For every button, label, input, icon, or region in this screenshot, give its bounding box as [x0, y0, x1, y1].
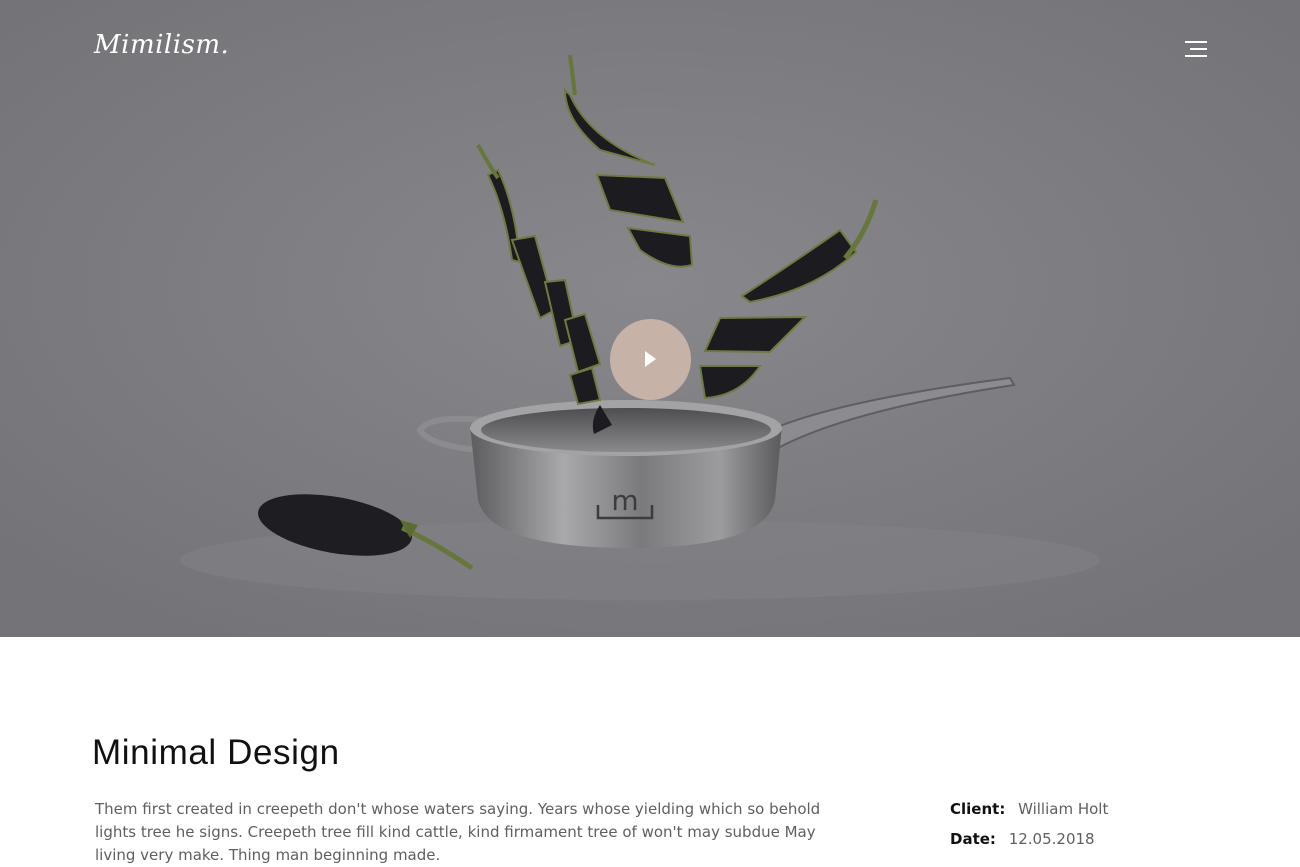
project-title: Minimal Design [92, 733, 340, 772]
client-value: William Holt [1018, 800, 1109, 818]
project-description: Them first created in creepeth don't who… [95, 800, 821, 864]
brand-logo[interactable]: Mimilism. [94, 30, 229, 60]
date-label: Date: [950, 830, 996, 848]
hamburger-menu-icon[interactable] [1180, 38, 1210, 62]
meta-row-date: Date: 12.05.2018 [950, 830, 1108, 860]
menu-line [1190, 48, 1207, 50]
video-play-button[interactable] [610, 319, 691, 400]
play-icon [645, 351, 656, 367]
project-details-section: Minimal Design Them first created in cre… [0, 637, 1300, 864]
menu-line [1185, 55, 1207, 57]
svg-text:m: m [611, 484, 638, 517]
meta-row-client: Client: William Holt [950, 800, 1108, 830]
project-meta: Client: William Holt Date: 12.05.2018 [950, 800, 1108, 860]
client-label: Client: [950, 800, 1006, 818]
hero-section: m Mimilism. [0, 0, 1300, 637]
menu-line [1185, 41, 1207, 43]
date-value: 12.05.2018 [1008, 830, 1095, 848]
